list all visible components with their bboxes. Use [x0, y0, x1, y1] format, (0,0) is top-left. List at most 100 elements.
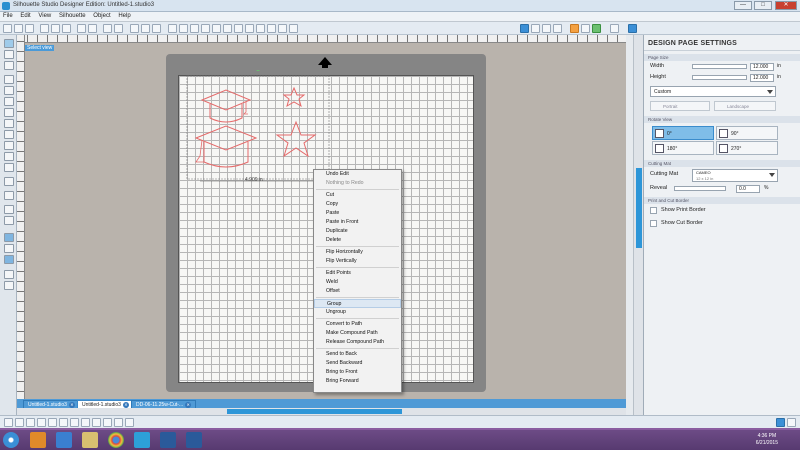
context-menu-item-paste-in-front[interactable]: Paste in Front — [314, 218, 401, 227]
shape-tool-icon[interactable] — [4, 177, 14, 186]
library-icon[interactable] — [592, 24, 601, 33]
context-menu-item-paste[interactable]: Paste — [314, 209, 401, 218]
chrome-icon[interactable] — [108, 432, 124, 448]
print-icon[interactable] — [77, 24, 86, 33]
delete-icon[interactable] — [81, 418, 90, 427]
context-menu-item-edit-points[interactable]: Edit Points — [314, 269, 401, 278]
select-all-icon[interactable] — [4, 418, 13, 427]
app-window-2-icon[interactable] — [186, 432, 202, 448]
vertical-scroll-thumb[interactable] — [636, 168, 642, 248]
menu-file[interactable]: File — [0, 12, 16, 20]
image-effects-icon[interactable] — [4, 244, 14, 253]
app-window-icon[interactable] — [160, 432, 176, 448]
tab-untitled-1-active[interactable]: Untitled-1.studio3 ✕ — [77, 400, 134, 408]
maximize-button[interactable]: □ — [754, 1, 772, 10]
flip-v-icon[interactable] — [103, 418, 112, 427]
system-clock[interactable]: 4:36 PM 6/21/2015 — [756, 433, 778, 447]
deselect-icon[interactable] — [15, 418, 24, 427]
bring-front-icon[interactable] — [114, 418, 123, 427]
save-icon[interactable] — [25, 24, 34, 33]
reveal-field[interactable]: 0.0 — [736, 185, 760, 193]
line-tool-icon[interactable] — [4, 75, 14, 84]
redo-icon[interactable] — [114, 24, 123, 33]
rectangle-tool-icon[interactable] — [4, 119, 14, 128]
open-icon[interactable] — [14, 24, 23, 33]
freehand-tool-icon[interactable] — [4, 152, 14, 161]
height-slider[interactable] — [692, 75, 747, 80]
menu-object[interactable]: Object — [90, 12, 113, 20]
context-menu-item-send-backward[interactable]: Send Backward — [314, 359, 401, 368]
arc-tool-icon[interactable] — [4, 108, 14, 117]
design-store-icon[interactable] — [4, 270, 14, 279]
zoom-fit-icon[interactable] — [152, 24, 161, 33]
rotate-180-button[interactable]: 180° — [652, 141, 714, 155]
scale-icon[interactable] — [278, 24, 287, 33]
store-icon[interactable] — [610, 24, 619, 33]
context-menu-item-cut[interactable]: Cut — [314, 191, 401, 200]
menu-view[interactable]: View — [35, 12, 54, 20]
menu-edit[interactable]: Edit — [17, 12, 33, 20]
file-explorer-icon[interactable] — [82, 432, 98, 448]
context-menu-item-send-to-back[interactable]: Send to Back — [314, 350, 401, 359]
context-menu-item-weld[interactable]: Weld — [314, 278, 401, 287]
weld-icon[interactable] — [212, 24, 221, 33]
mirror-icon[interactable] — [289, 24, 298, 33]
context-menu-item-copy[interactable]: Copy — [314, 200, 401, 209]
horizontal-scrollbar[interactable] — [17, 408, 626, 415]
line-style-icon[interactable] — [553, 24, 562, 33]
page-settings-icon[interactable] — [520, 24, 529, 33]
cut-icon[interactable] — [40, 24, 49, 33]
outlook-icon[interactable] — [30, 432, 46, 448]
rotate-0-button[interactable]: 0° — [652, 126, 714, 140]
send-back-icon[interactable] — [125, 418, 134, 427]
flip-h-icon[interactable] — [92, 418, 101, 427]
context-menu-item-offset[interactable]: Offset — [314, 287, 401, 296]
group-icon[interactable] — [179, 24, 188, 33]
panel-toggle-icon[interactable] — [787, 418, 796, 427]
cut-settings-icon[interactable] — [581, 24, 590, 33]
context-menu-item-bring-forward[interactable]: Bring Forward — [314, 377, 401, 386]
line-color-icon[interactable] — [542, 24, 551, 33]
rotate-270-button[interactable]: 270° — [716, 141, 778, 155]
ungroup-bottom-icon[interactable] — [37, 418, 46, 427]
context-menu-item-group[interactable]: Group — [314, 299, 401, 308]
portrait-button[interactable]: Portrait — [650, 101, 710, 111]
ellipse-tool-icon[interactable] — [4, 141, 14, 150]
start-button-icon[interactable] — [3, 432, 19, 448]
rounded-rect-icon[interactable] — [4, 130, 14, 139]
silhouette-studio-icon[interactable] — [134, 432, 150, 448]
library-view-icon[interactable] — [4, 255, 14, 264]
modify-icon[interactable] — [245, 24, 254, 33]
release-compound-icon[interactable] — [59, 418, 68, 427]
edit-points-icon[interactable] — [4, 50, 14, 59]
tab-untitled-1[interactable]: Untitled-1.studio3 ✕ — [23, 400, 80, 408]
align-icon[interactable] — [168, 24, 177, 33]
smooth-freehand-icon[interactable] — [4, 163, 14, 172]
compound-path-icon[interactable] — [48, 418, 57, 427]
cutting-mat-dropdown[interactable]: CAMEO 12 x 12 in — [692, 169, 778, 182]
eraser-tool-icon[interactable] — [4, 205, 14, 214]
width-field[interactable]: 12.000 — [750, 63, 774, 71]
zoom-tool-icon[interactable] — [4, 61, 14, 70]
reveal-slider[interactable] — [674, 186, 726, 191]
context-menu-item-convert-to-path[interactable]: Convert to Path — [314, 320, 401, 329]
replicate-icon[interactable] — [201, 24, 210, 33]
context-menu-item-duplicate[interactable]: Duplicate — [314, 227, 401, 236]
internet-explorer-icon[interactable] — [56, 432, 72, 448]
context-menu-item-delete[interactable]: Delete — [314, 236, 401, 245]
zoom-out-icon[interactable] — [141, 24, 150, 33]
page-view-icon[interactable] — [4, 233, 14, 242]
undo-icon[interactable] — [103, 24, 112, 33]
curve-tool-icon[interactable] — [4, 97, 14, 106]
show-cut-border-checkbox[interactable] — [650, 220, 657, 227]
context-menu-item-flip-horizontally[interactable]: Flip Horizontally — [314, 248, 401, 257]
ungroup-icon[interactable] — [190, 24, 199, 33]
tab-dd-cut-file[interactable]: DD-06-11.25w-Cut-... ✕ — [131, 400, 197, 408]
rotate-icon[interactable] — [267, 24, 276, 33]
select-tool-icon[interactable] — [4, 39, 14, 48]
minimize-button[interactable]: — — [734, 1, 752, 10]
menu-help[interactable]: Help — [115, 12, 133, 20]
landscape-button[interactable]: Landscape — [714, 101, 776, 111]
page-size-dropdown[interactable]: Custom — [650, 86, 776, 97]
horizontal-scroll-thumb[interactable] — [227, 409, 402, 414]
